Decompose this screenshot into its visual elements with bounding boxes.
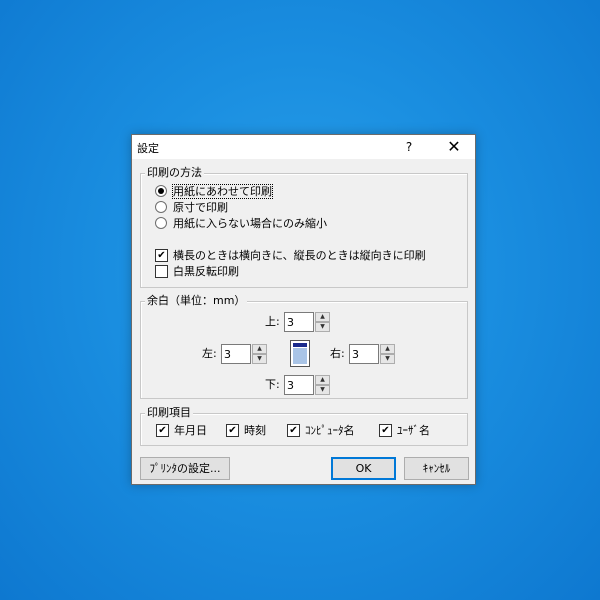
radio-fit-to-paper[interactable]: 用紙にあわせて印刷 — [155, 184, 273, 200]
margin-top-input[interactable] — [284, 312, 314, 332]
spin-down-icon[interactable]: ▼ — [315, 322, 330, 332]
help-button[interactable]: ? — [390, 135, 428, 159]
radio-button[interactable] — [155, 185, 167, 197]
checkbox[interactable]: ✔ — [226, 423, 239, 437]
margin-right-input[interactable] — [349, 344, 379, 364]
spin-down-icon[interactable]: ▼ — [252, 354, 267, 364]
radio-button[interactable] — [155, 217, 167, 229]
checkbox-label: 横長のときは横向きに、縦長のときは縦向きに印刷 — [173, 249, 426, 262]
checkbox-label: 白黒反転印刷 — [173, 265, 239, 278]
title-bar: 設定 ? ✕ — [132, 135, 475, 159]
margins-legend: 余白（単位：mm） — [145, 294, 248, 308]
radio-label: 原寸で印刷 — [173, 201, 228, 214]
printer-settings-button[interactable]: ﾌﾟﾘﾝﾀの設定... — [140, 457, 230, 480]
checkbox[interactable]: ✔ — [287, 423, 300, 437]
date-checkbox[interactable]: ✔ 年月日 — [156, 423, 207, 439]
computer-name-checkbox[interactable]: ✔ ｺﾝﾋﾟｭｰﾀ名 — [287, 423, 355, 439]
radio-shrink-only[interactable]: 用紙に入らない場合にのみ縮小 — [155, 216, 327, 232]
margin-bottom-updown[interactable]: ▲ ▼ — [315, 375, 330, 395]
radio-button[interactable] — [155, 201, 167, 213]
margin-top-label: 上: — [265, 315, 280, 328]
checkbox[interactable]: ✔ — [156, 423, 169, 437]
landscape-checkbox[interactable]: ✔ 横長のときは横向きに、縦長のときは縦向きに印刷 — [155, 248, 426, 264]
margin-left-label: 左: — [202, 347, 217, 360]
mono-invert-checkbox[interactable]: 白黒反転印刷 — [155, 264, 239, 280]
margin-bottom-input[interactable] — [284, 375, 314, 395]
checkbox[interactable]: ✔ — [155, 248, 168, 262]
spin-up-icon[interactable]: ▲ — [315, 312, 330, 322]
radio-actual-size[interactable]: 原寸で印刷 — [155, 200, 228, 216]
radio-label: 用紙にあわせて印刷 — [172, 184, 273, 199]
checkbox-label: ｺﾝﾋﾟｭｰﾀ名 — [305, 424, 355, 437]
user-name-checkbox[interactable]: ✔ ﾕｰｻﾞ名 — [379, 423, 430, 439]
margin-top-updown[interactable]: ▲ ▼ — [315, 312, 330, 332]
print-items-legend: 印刷項目 — [145, 406, 193, 420]
margin-right-updown[interactable]: ▲ ▼ — [380, 344, 395, 364]
print-method-legend: 印刷の方法 — [145, 166, 204, 180]
time-checkbox[interactable]: ✔ 時刻 — [226, 423, 266, 439]
margin-right-label: 右: — [330, 347, 345, 360]
spin-down-icon[interactable]: ▼ — [315, 385, 330, 395]
spin-up-icon[interactable]: ▲ — [315, 375, 330, 385]
radio-label: 用紙に入らない場合にのみ縮小 — [173, 217, 327, 230]
checkbox-label: 年月日 — [174, 424, 207, 437]
margin-left-updown[interactable]: ▲ ▼ — [252, 344, 267, 364]
margin-left-input[interactable] — [221, 344, 251, 364]
margin-bottom-label: 下: — [265, 378, 280, 391]
print-items-group: 印刷項目 ✔ 年月日 ✔ 時刻 ✔ ｺﾝﾋﾟｭｰﾀ名 ✔ ﾕｰｻﾞ名 — [140, 406, 468, 446]
spin-up-icon[interactable]: ▲ — [380, 344, 395, 354]
print-method-group: 印刷の方法 用紙にあわせて印刷 原寸で印刷 用紙に入らない場合にのみ縮小 ✔ 横長… — [140, 166, 468, 288]
settings-dialog: 設定 ? ✕ 印刷の方法 用紙にあわせて印刷 原寸で印刷 用紙に入らない場合にの… — [131, 134, 476, 485]
dialog-title: 設定 — [137, 142, 159, 155]
page-header-bar — [293, 343, 307, 347]
cancel-button[interactable]: ｷｬﾝｾﾙ — [404, 457, 469, 480]
checkbox-label: 時刻 — [244, 424, 266, 437]
spin-up-icon[interactable]: ▲ — [252, 344, 267, 354]
checkbox[interactable] — [155, 264, 168, 278]
spin-down-icon[interactable]: ▼ — [380, 354, 395, 364]
checkbox-label: ﾕｰｻﾞ名 — [397, 424, 430, 437]
page-body — [293, 348, 307, 364]
checkbox[interactable]: ✔ — [379, 423, 392, 437]
close-button[interactable]: ✕ — [432, 135, 476, 159]
ok-button[interactable]: OK — [331, 457, 396, 480]
page-preview-icon — [290, 340, 310, 367]
